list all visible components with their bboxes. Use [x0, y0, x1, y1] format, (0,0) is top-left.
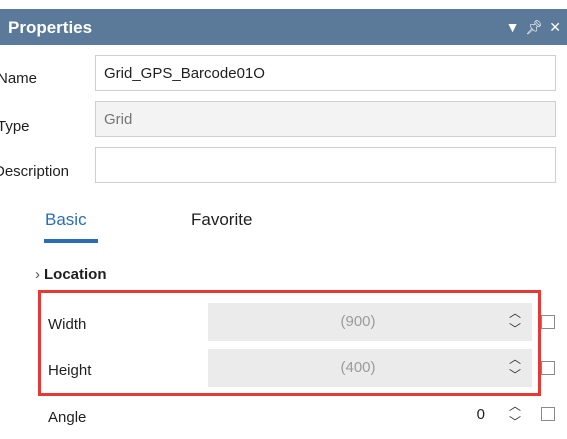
close-icon[interactable]: ✕ [549, 17, 561, 37]
chevron-up-icon[interactable]: ︿ [506, 398, 524, 414]
angle-checkbox[interactable] [541, 407, 555, 421]
dropdown-arrow-icon[interactable]: ▼ [506, 17, 520, 37]
section-label: Location [44, 266, 107, 283]
name-label: Name [0, 70, 38, 87]
angle-spinner[interactable]: ︿ ﹀ [506, 398, 524, 432]
description-input[interactable] [95, 147, 556, 183]
panel-title: Properties [8, 18, 93, 37]
description-label: Description [0, 163, 70, 180]
properties-panel: Properties ▼ 📌︎ ✕ Name Type Description … [0, 0, 567, 439]
tab-basic-underline [44, 239, 98, 243]
type-label: Type [0, 118, 30, 135]
angle-value: 0 [476, 406, 485, 423]
angle-label: Angle [48, 409, 87, 426]
location-section-header[interactable]: › Location [35, 266, 107, 283]
width-checkbox[interactable] [541, 315, 555, 329]
chevron-right-icon: › [35, 266, 40, 283]
type-input [95, 101, 556, 137]
angle-input[interactable]: 0 ︿ ﹀ [208, 396, 532, 434]
name-input[interactable] [95, 55, 556, 91]
pin-icon[interactable]: 📌︎ [525, 17, 543, 37]
highlight-box [38, 290, 541, 396]
chevron-down-icon[interactable]: ﹀ [506, 414, 524, 430]
panel-titlebar: Properties ▼ 📌︎ ✕ [0, 9, 567, 45]
tab-favorite[interactable]: Favorite [191, 210, 252, 230]
height-checkbox[interactable] [541, 361, 555, 375]
tab-basic[interactable]: Basic [45, 210, 87, 230]
